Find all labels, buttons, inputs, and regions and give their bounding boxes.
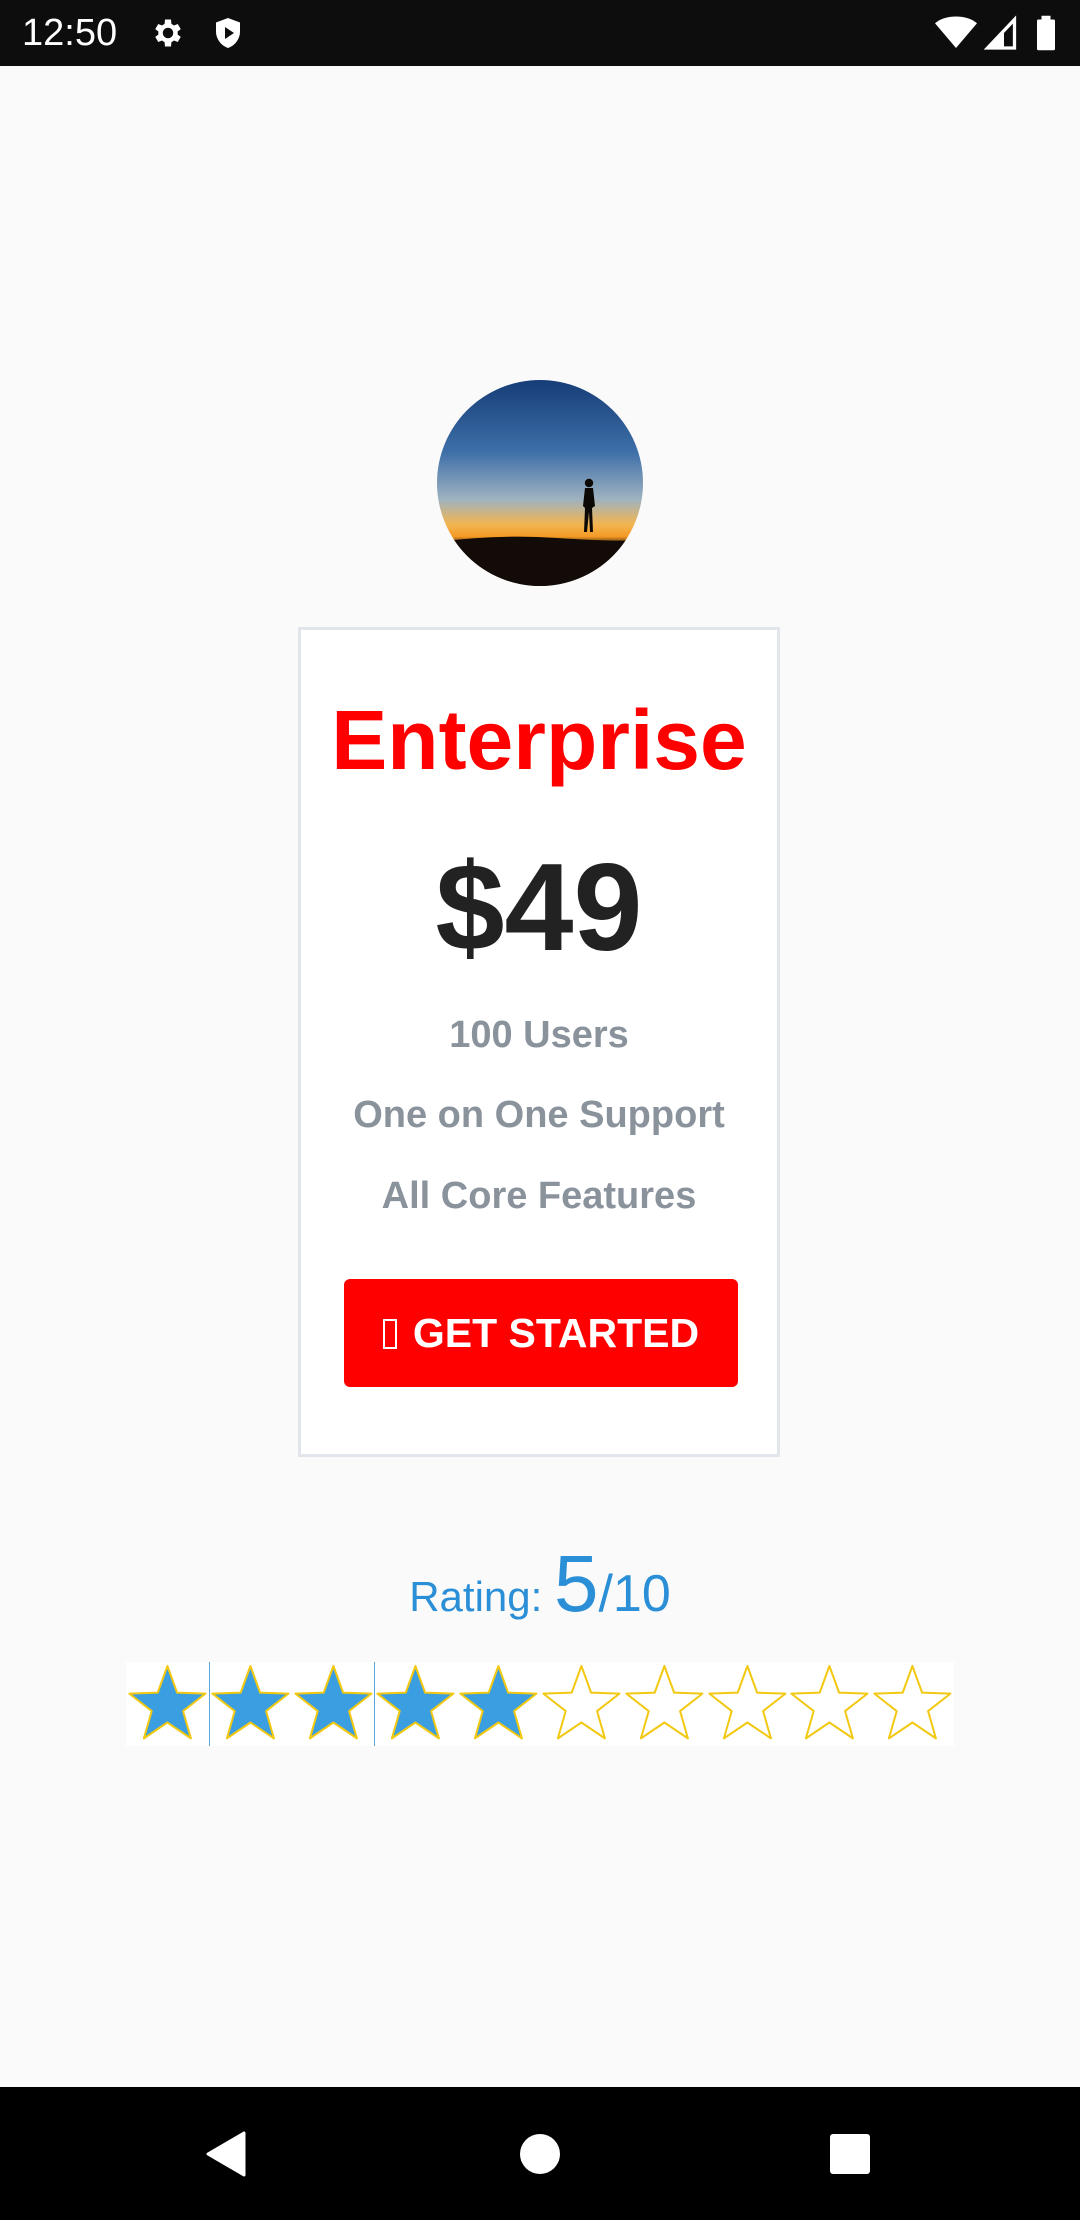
plan-price: $49	[435, 839, 643, 977]
rating-max: /10	[598, 1565, 671, 1623]
back-icon[interactable]	[192, 2119, 262, 2189]
shield-play-icon	[216, 18, 240, 48]
feature-item: All Core Features	[381, 1175, 697, 1217]
star-empty-icon[interactable]	[788, 1662, 871, 1746]
star-empty-icon[interactable]	[623, 1662, 706, 1746]
star-filled-icon[interactable]	[292, 1662, 375, 1746]
feature-item: 100 Users	[449, 1014, 629, 1056]
battery-icon	[1037, 15, 1055, 51]
star-empty-icon[interactable]	[540, 1662, 623, 1746]
pricing-card: Enterprise $49 100 Users One on One Supp…	[298, 627, 780, 1457]
status-time: 12:50	[22, 12, 118, 54]
get-started-button[interactable]: GET STARTED	[344, 1279, 738, 1387]
plan-title: Enterprise	[331, 693, 747, 787]
star-filled-icon[interactable]	[209, 1662, 292, 1746]
gear-icon	[155, 19, 181, 47]
star-divider	[208, 1662, 210, 1746]
star-filled-icon[interactable]	[457, 1662, 540, 1746]
star-filled-icon[interactable]	[374, 1662, 457, 1746]
star-empty-icon[interactable]	[706, 1662, 789, 1746]
navigation-bar	[0, 2087, 1080, 2220]
get-started-label: GET STARTED	[412, 1310, 700, 1356]
avatar	[437, 380, 643, 586]
star-rating-bar[interactable]	[126, 1662, 954, 1746]
star-filled-icon[interactable]	[126, 1662, 209, 1746]
star-empty-icon[interactable]	[871, 1662, 954, 1746]
sunset-silhouette-image	[437, 380, 643, 586]
rating-value: 5	[553, 1539, 599, 1628]
wifi-icon	[935, 16, 977, 48]
home-icon[interactable]	[505, 2119, 575, 2189]
recents-icon[interactable]	[815, 2119, 885, 2189]
rating-summary: Rating: 5/10	[0, 1538, 1080, 1630]
star-divider	[374, 1662, 376, 1746]
missing-glyph-icon	[382, 1319, 397, 1349]
status-bar: 12:50	[0, 0, 1080, 66]
feature-item: One on One Support	[353, 1094, 725, 1136]
rating-label: Rating:	[409, 1573, 554, 1620]
cellular-signal-icon	[983, 15, 1017, 50]
